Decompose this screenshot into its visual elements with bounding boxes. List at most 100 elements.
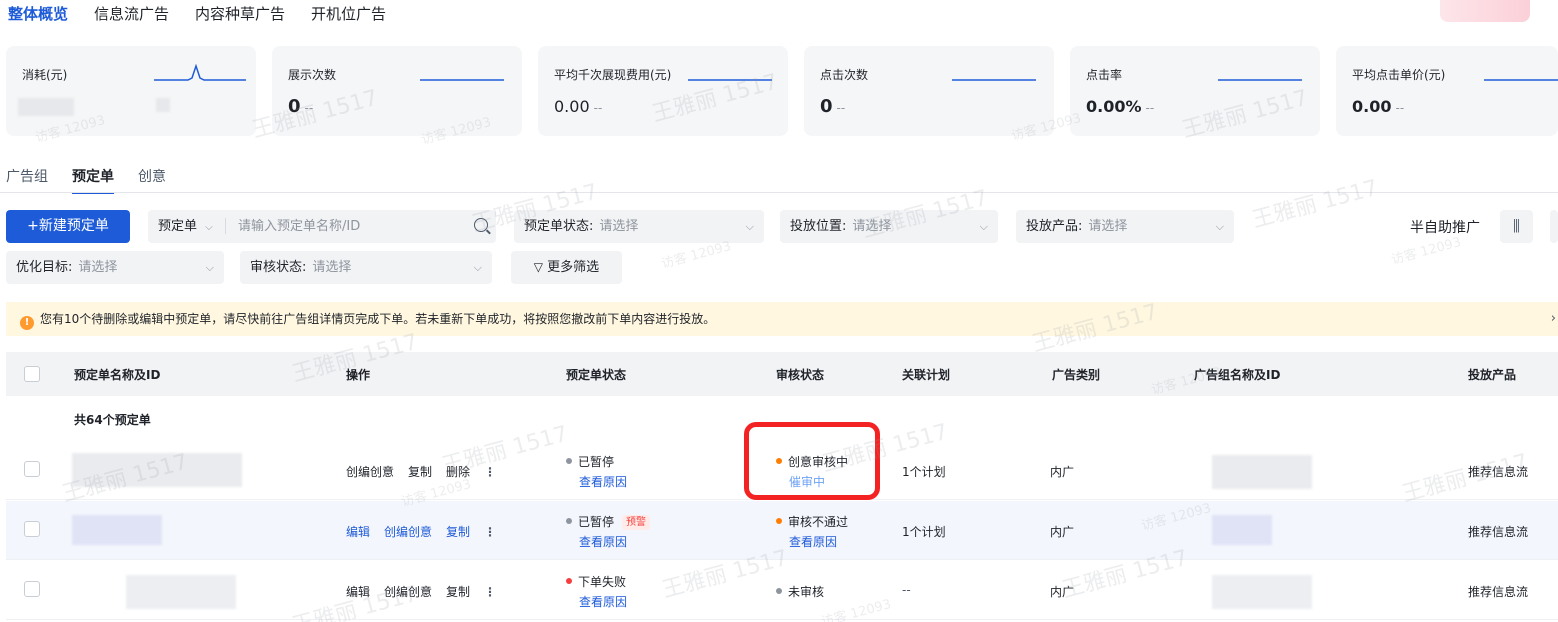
position-filter[interactable]: 投放位置: 请选择 ⌵ xyxy=(780,210,998,243)
action-copy[interactable]: 复制 xyxy=(446,585,470,599)
filter-placeholder: 请选择 xyxy=(852,219,892,234)
table-header: 预定单名称及ID 操作 预定单状态 审核状态 关联计划 广告类别 广告组名称及I… xyxy=(6,352,1558,396)
search-icon[interactable] xyxy=(474,218,488,232)
col-plan: 关联计划 xyxy=(902,368,951,382)
total-count: 共64个预定单 xyxy=(74,413,151,427)
metric-card-cpm[interactable]: 平均千次展现费用(元) 0.00 -- xyxy=(538,46,788,136)
row-checkbox[interactable] xyxy=(24,461,40,477)
metric-sparkline xyxy=(688,79,772,81)
more-icon[interactable]: ⋮ xyxy=(484,585,496,599)
filter-icon: ▽ xyxy=(533,260,544,274)
tab-booking[interactable]: 预定单 xyxy=(72,166,114,194)
product-filter[interactable]: 投放产品: 请选择 ⌵ xyxy=(1016,210,1234,243)
metric-label: 点击率 xyxy=(1086,68,1123,82)
more-filters-label: 更多筛选 xyxy=(547,260,600,275)
metric-label: 平均千次展现费用(元) xyxy=(554,68,672,82)
more-settings-icon[interactable] xyxy=(1550,210,1558,243)
more-icon[interactable]: ⋮ xyxy=(484,525,496,539)
status-reason-link[interactable]: 查看原因 xyxy=(579,533,627,550)
filter-placeholder: 请选择 xyxy=(599,219,639,234)
masked-name xyxy=(72,453,242,487)
review-dot xyxy=(776,588,782,594)
metric-card-cpc[interactable]: 平均点击单价(元) 0.00 -- xyxy=(1336,46,1558,136)
metric-value: 0.00% -- xyxy=(1086,97,1155,116)
metric-card-spend[interactable]: 消耗(元) xyxy=(6,46,256,136)
top-nav: 整体概览 信息流广告 内容种草广告 开机位广告 xyxy=(8,2,386,28)
masked-group xyxy=(1212,515,1272,545)
row-actions: 编辑 创编创意 复制 ⋮ xyxy=(346,583,510,600)
notice-text: 您有10个待删除或编辑中预定单，请尽快前往广告组详情页完成下单。若未重新下单成功… xyxy=(40,312,716,326)
status-reason-link[interactable]: 查看原因 xyxy=(579,593,627,610)
status-dot xyxy=(566,518,572,524)
metric-card-clicks[interactable]: 点击次数 0 -- xyxy=(804,46,1054,136)
metric-card-ctr[interactable]: 点击率 0.00% -- xyxy=(1070,46,1320,136)
action-create-creative[interactable]: 创编创意 xyxy=(384,585,432,599)
warning-notice: ! 您有10个待删除或编辑中预定单，请尽快前往广告组详情页完成下单。若未重新下单成… xyxy=(6,302,1558,336)
watermark: 王雅丽 1517 xyxy=(1249,175,1381,234)
review-badge: 未审核 xyxy=(776,583,824,600)
action-delete[interactable]: 删除 xyxy=(446,465,470,479)
more-icon[interactable]: ⋮ xyxy=(484,465,496,479)
search-type-select[interactable]: 预定单 xyxy=(158,219,197,234)
action-create-creative[interactable]: 创编创意 xyxy=(384,525,432,539)
semi-auto-promo-link[interactable]: 半自助推广 xyxy=(1410,217,1480,237)
filter-label: 审核状态: xyxy=(250,260,307,275)
close-icon[interactable]: › xyxy=(1551,302,1556,336)
page-root: 整体概览 信息流广告 内容种草广告 开机位广告 消耗(元) 展示次数 0 -- 平… xyxy=(0,0,1558,622)
row-checkbox[interactable] xyxy=(24,521,40,537)
plan-count: -- xyxy=(902,583,911,597)
ad-product: 推荐信息流 xyxy=(1468,585,1529,599)
filter-placeholder: 请选择 xyxy=(312,260,352,275)
select-all-checkbox[interactable] xyxy=(24,366,40,382)
goal-filter[interactable]: 优化目标: 请选择 ⌵ xyxy=(6,251,224,284)
review-dot xyxy=(776,518,782,524)
search-field: 预定单 ⌵ 请输入预定单名称/ID xyxy=(148,210,496,243)
column-settings-icon[interactable]: ⫼ xyxy=(1500,210,1533,243)
action-create-creative[interactable]: 创编创意 xyxy=(346,465,394,479)
more-filters-button[interactable]: ▽ 更多筛选 xyxy=(511,251,622,284)
highlight-annotation xyxy=(744,422,880,500)
tab-ad-group[interactable]: 广告组 xyxy=(6,166,48,194)
plan-count[interactable]: 1个计划 xyxy=(902,523,946,540)
col-name[interactable]: 预定单名称及ID xyxy=(74,366,160,383)
metric-value: 0 -- xyxy=(288,96,314,117)
nav-splash-ads[interactable]: 开机位广告 xyxy=(311,2,386,28)
col-category: 广告类别 xyxy=(1052,368,1101,382)
chevron-down-icon: ⌵ xyxy=(1215,220,1224,233)
tab-divider xyxy=(0,192,1558,193)
filter-label: 优化目标: xyxy=(16,260,73,275)
status-reason-link[interactable]: 查看原因 xyxy=(579,473,627,490)
filter-placeholder: 请选择 xyxy=(1088,219,1128,234)
nav-overview[interactable]: 整体概览 xyxy=(8,2,68,28)
ad-category: 内广 xyxy=(1050,585,1075,599)
metric-label: 平均点击单价(元) xyxy=(1352,68,1446,82)
tab-creative[interactable]: 创意 xyxy=(138,166,166,194)
action-edit[interactable]: 编辑 xyxy=(346,525,370,539)
col-product: 投放产品 xyxy=(1468,368,1517,382)
review-reason-link[interactable]: 查看原因 xyxy=(789,533,837,550)
status-filter[interactable]: 预定单状态: 请选择 ⌵ xyxy=(514,210,764,243)
chevron-down-icon: ⌵ xyxy=(745,220,754,233)
new-booking-button[interactable]: +新建预定单 xyxy=(6,210,130,243)
metric-card-impressions[interactable]: 展示次数 0 -- xyxy=(272,46,522,136)
row-checkbox[interactable] xyxy=(24,581,40,597)
chevron-down-icon: ⌵ xyxy=(205,261,214,274)
ad-category: 内广 xyxy=(1050,465,1075,479)
status-badge: 下单失败 xyxy=(566,573,626,590)
action-edit[interactable]: 编辑 xyxy=(346,585,370,599)
nav-content-ads[interactable]: 内容种草广告 xyxy=(195,2,285,28)
top-right-decoration xyxy=(1440,0,1530,22)
search-input[interactable]: 请输入预定单名称/ID xyxy=(238,219,360,234)
col-review[interactable]: 审核状态 xyxy=(776,366,824,383)
ad-product: 推荐信息流 xyxy=(1468,525,1529,539)
metric-sparkline xyxy=(154,64,246,81)
metric-sparkline xyxy=(1218,79,1302,81)
plan-count[interactable]: 1个计划 xyxy=(902,463,946,480)
status-dot xyxy=(566,458,572,464)
nav-feed-ads[interactable]: 信息流广告 xyxy=(94,2,169,28)
action-copy[interactable]: 复制 xyxy=(446,525,470,539)
col-status[interactable]: 预定单状态 xyxy=(566,366,626,383)
action-copy[interactable]: 复制 xyxy=(408,465,432,479)
review-filter[interactable]: 审核状态: 请选择 ⌵ xyxy=(240,251,492,284)
chevron-down-icon[interactable]: ⌵ xyxy=(205,222,213,233)
